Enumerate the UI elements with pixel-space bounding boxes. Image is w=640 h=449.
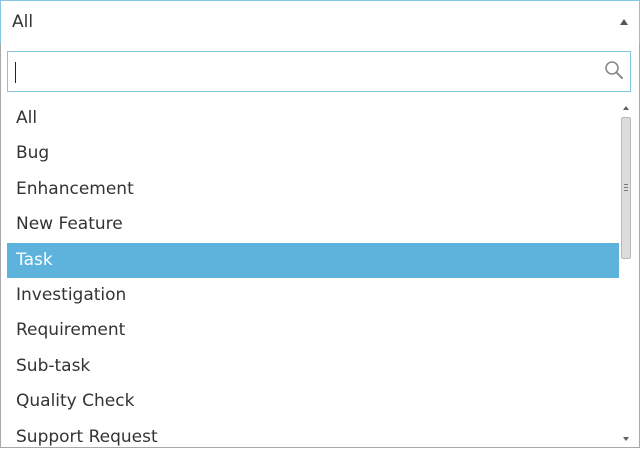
search-input[interactable] <box>8 52 605 91</box>
option-item[interactable]: Requirement <box>7 313 619 348</box>
grip-icon <box>624 184 628 193</box>
option-item[interactable]: New Feature <box>7 207 619 242</box>
option-item[interactable]: Sub-task <box>7 349 619 384</box>
caret-up-icon[interactable] <box>620 19 628 25</box>
scroll-down-arrow-icon[interactable] <box>619 432 633 446</box>
option-item[interactable]: Support Request <box>7 420 619 447</box>
scroll-up-arrow-icon[interactable] <box>619 101 633 115</box>
option-item[interactable]: Quality Check <box>7 384 619 419</box>
dropdown-panel: All Bug Enhancement New Feature Task Investig… <box>0 44 640 448</box>
option-list: All Bug Enhancement New Feature Task Investig… <box>7 101 619 447</box>
option-item[interactable]: Investigation <box>7 278 619 313</box>
option-item[interactable]: Bug <box>7 136 619 171</box>
scrollbar-thumb[interactable] <box>621 117 631 259</box>
search-box <box>7 51 631 92</box>
scrollbar[interactable] <box>619 101 633 446</box>
option-item[interactable]: Enhancement <box>7 172 619 207</box>
issue-type-dropdown: All All Bug Enhancement New Feature Task Inve… <box>0 0 640 449</box>
option-item[interactable]: Task <box>7 242 619 278</box>
option-item[interactable]: All <box>7 101 619 136</box>
search-icon <box>605 61 623 79</box>
selected-value: All <box>12 12 34 32</box>
issue-type-select[interactable]: All <box>0 0 640 45</box>
text-cursor <box>15 62 16 83</box>
